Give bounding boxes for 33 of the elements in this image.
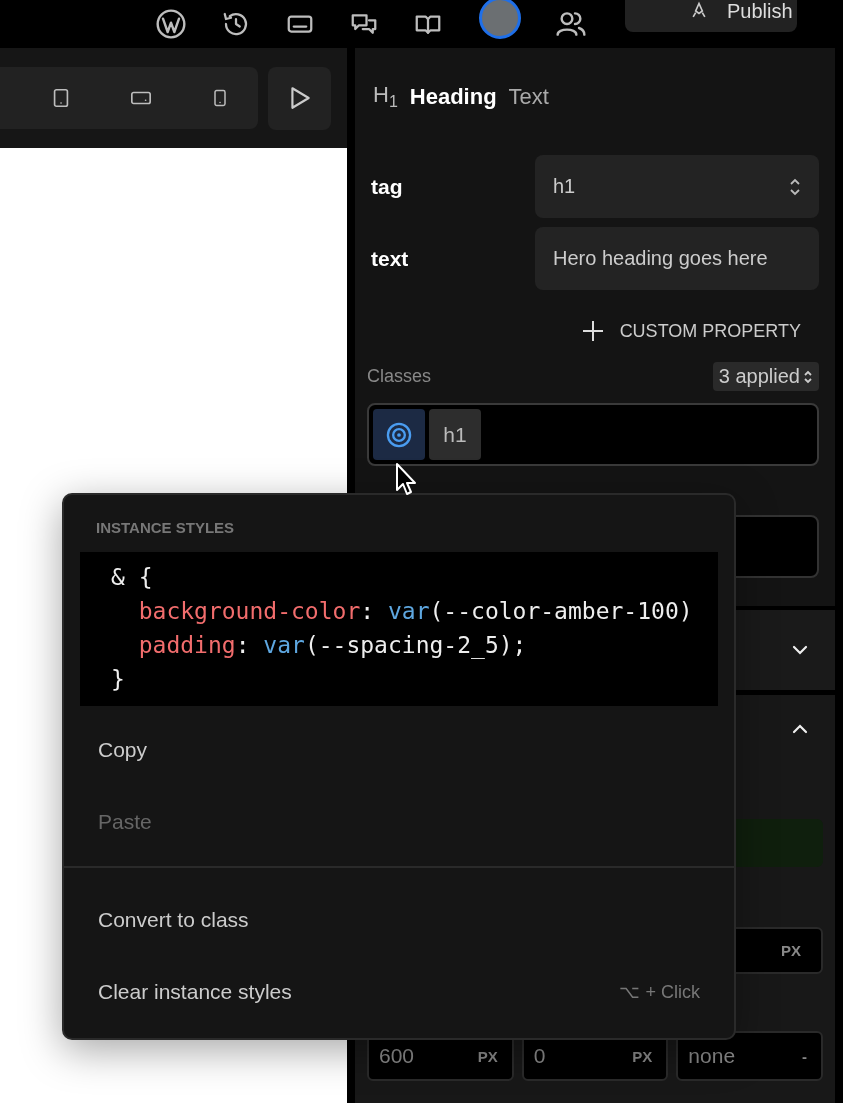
plus-icon (581, 320, 604, 342)
stepper-icon (789, 176, 801, 197)
heading-level-label: H$_{1}$ (373, 82, 398, 112)
property-label: text (371, 246, 410, 271)
menu-item[interactable]: Clear instance styles ⌥ + Click (64, 956, 734, 1028)
target-icon (385, 420, 413, 449)
custom-property-button[interactable]: CUSTOM PROPERTY (581, 320, 801, 342)
preview-button[interactable] (268, 66, 331, 130)
classes-label: Classes (367, 366, 432, 387)
code-line: background-color: var(--color-amber-100) (137, 597, 694, 626)
wordpress-logo-icon[interactable] (155, 8, 187, 40)
chevron-up-icon[interactable] (791, 723, 809, 735)
stepper-icon (803, 368, 813, 385)
user-avatar[interactable] (479, 0, 521, 39)
code-line: } (111, 665, 126, 694)
element-type: Text (508, 84, 549, 110)
code-line: & { (111, 563, 154, 592)
mouse-pointer-icon (395, 462, 419, 498)
menu-title: INSTANCE STYLES (96, 519, 236, 536)
menu-item[interactable]: Copy (64, 714, 734, 786)
menu-item[interactable]: Convert to class (64, 884, 734, 956)
code-line: padding: var(--spacing-2_5); (137, 631, 528, 661)
size-field[interactable]: none - (676, 1031, 823, 1081)
chevron-down-icon[interactable] (791, 644, 809, 656)
publish-button[interactable]: Publish (625, 0, 797, 32)
property-label: tag (371, 174, 404, 199)
classes-field[interactable]: h1 (367, 403, 819, 466)
instance-style-token[interactable] (373, 409, 425, 460)
applied-count-select[interactable]: 3 applied (712, 362, 819, 391)
element-name: Heading (409, 84, 497, 110)
class-token[interactable]: h1 (429, 409, 481, 460)
tag-select[interactable]: h1 (535, 155, 819, 218)
text-input[interactable]: Hero heading goes here (535, 227, 819, 290)
